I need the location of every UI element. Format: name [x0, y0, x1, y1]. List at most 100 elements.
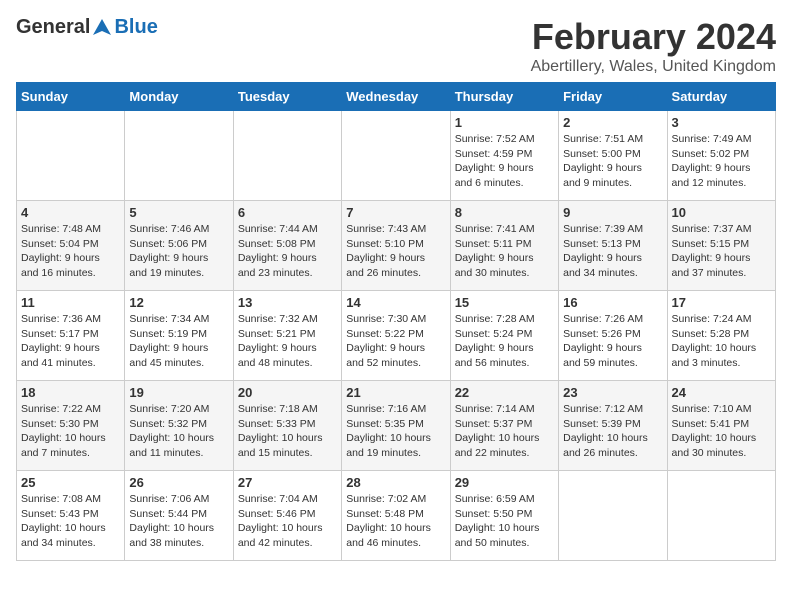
cell-info: Sunrise: 7:08 AM Sunset: 5:43 PM Dayligh… — [21, 492, 120, 551]
day-number: 28 — [346, 475, 445, 490]
calendar-cell: 23Sunrise: 7:12 AM Sunset: 5:39 PM Dayli… — [559, 381, 667, 471]
day-number: 10 — [672, 205, 771, 220]
location-title: Abertillery, Wales, United Kingdom — [531, 58, 776, 76]
day-number: 5 — [129, 205, 228, 220]
day-number: 3 — [672, 115, 771, 130]
calendar-week-row: 25 Sunrise: 7:08 AM Sunset: 5:43 PM Dayli… — [17, 471, 776, 561]
weekday-header-row: SundayMondayTuesdayWednesdayThursdayFrid… — [17, 83, 776, 111]
day-number: 15 — [455, 295, 554, 310]
day-number: 9 — [563, 205, 662, 220]
day-number: 16 — [563, 295, 662, 310]
calendar-cell: 15 Sunrise: 7:28 AM Sunset: 5:24 PM Dayli… — [450, 291, 558, 381]
cell-info: Sunrise: 7:34 AM Sunset: 5:19 PM Dayligh… — [129, 312, 228, 371]
logo-bird-icon — [91, 17, 113, 39]
calendar-cell: 19 Sunrise: 7:20 AM Sunset: 5:32 PM Dayli… — [125, 381, 233, 471]
month-title: February 2024 — [531, 16, 776, 58]
weekday-header: Thursday — [450, 83, 558, 111]
cell-info: Sunrise: 7:24 AM Sunset: 5:28 PM Dayligh… — [672, 312, 771, 371]
cell-info: Sunrise: 7:26 AM Sunset: 5:26 PM Dayligh… — [563, 312, 662, 371]
cell-info: Sunrise: 7:43 AM Sunset: 5:10 PM Dayligh… — [346, 222, 445, 281]
day-number: 27 — [238, 475, 337, 490]
calendar-cell: 28Sunrise: 7:02 AM Sunset: 5:48 PM Dayli… — [342, 471, 450, 561]
calendar-cell — [233, 111, 341, 201]
day-number: 17 — [672, 295, 771, 310]
logo-blue: Blue — [114, 16, 157, 39]
logo: General Blue — [16, 16, 158, 39]
weekday-header: Sunday — [17, 83, 125, 111]
cell-info: Sunrise: 7:52 AM Sunset: 4:59 PM Dayligh… — [455, 132, 554, 191]
calendar-cell: 17 Sunrise: 7:24 AM Sunset: 5:28 PM Dayli… — [667, 291, 775, 381]
cell-info: Sunrise: 7:10 AM Sunset: 5:41 PM Dayligh… — [672, 402, 771, 461]
weekday-header: Monday — [125, 83, 233, 111]
calendar-cell: 2Sunrise: 7:51 AM Sunset: 5:00 PM Daylig… — [559, 111, 667, 201]
day-number: 22 — [455, 385, 554, 400]
cell-info: Sunrise: 7:16 AM Sunset: 5:35 PM Dayligh… — [346, 402, 445, 461]
weekday-header: Tuesday — [233, 83, 341, 111]
day-number: 1 — [455, 115, 554, 130]
day-number: 4 — [21, 205, 120, 220]
cell-info: Sunrise: 7:04 AM Sunset: 5:46 PM Dayligh… — [238, 492, 337, 551]
day-number: 8 — [455, 205, 554, 220]
calendar-cell: 21 Sunrise: 7:16 AM Sunset: 5:35 PM Dayli… — [342, 381, 450, 471]
calendar-cell: 26Sunrise: 7:06 AM Sunset: 5:44 PM Dayli… — [125, 471, 233, 561]
calendar-cell: 13Sunrise: 7:32 AM Sunset: 5:21 PM Dayli… — [233, 291, 341, 381]
calendar-cell: 3 Sunrise: 7:49 AM Sunset: 5:02 PM Daylig… — [667, 111, 775, 201]
cell-info: Sunrise: 7:49 AM Sunset: 5:02 PM Dayligh… — [672, 132, 771, 191]
day-number: 11 — [21, 295, 120, 310]
day-number: 26 — [129, 475, 228, 490]
calendar-table: SundayMondayTuesdayWednesdayThursdayFrid… — [16, 82, 776, 561]
cell-info: Sunrise: 7:46 AM Sunset: 5:06 PM Dayligh… — [129, 222, 228, 281]
calendar-cell — [342, 111, 450, 201]
calendar-week-row: 4Sunrise: 7:48 AM Sunset: 5:04 PM Daylig… — [17, 201, 776, 291]
calendar-cell: 8 Sunrise: 7:41 AM Sunset: 5:11 PM Daylig… — [450, 201, 558, 291]
calendar-week-row: 1 Sunrise: 7:52 AM Sunset: 4:59 PM Daylig… — [17, 111, 776, 201]
cell-info: Sunrise: 7:12 AM Sunset: 5:39 PM Dayligh… — [563, 402, 662, 461]
cell-info: Sunrise: 7:14 AM Sunset: 5:37 PM Dayligh… — [455, 402, 554, 461]
calendar-cell: 20 Sunrise: 7:18 AM Sunset: 5:33 PM Dayli… — [233, 381, 341, 471]
cell-info: Sunrise: 7:36 AM Sunset: 5:17 PM Dayligh… — [21, 312, 120, 371]
calendar-cell — [125, 111, 233, 201]
cell-info: Sunrise: 7:20 AM Sunset: 5:32 PM Dayligh… — [129, 402, 228, 461]
weekday-header: Wednesday — [342, 83, 450, 111]
calendar-cell: 24 Sunrise: 7:10 AM Sunset: 5:41 PM Dayli… — [667, 381, 775, 471]
page-header: General Blue February 2024 Abertillery, … — [16, 16, 776, 76]
weekday-header: Friday — [559, 83, 667, 111]
day-number: 19 — [129, 385, 228, 400]
calendar-cell: 27 Sunrise: 7:04 AM Sunset: 5:46 PM Dayli… — [233, 471, 341, 561]
cell-info: Sunrise: 7:41 AM Sunset: 5:11 PM Dayligh… — [455, 222, 554, 281]
cell-info: Sunrise: 7:30 AM Sunset: 5:22 PM Dayligh… — [346, 312, 445, 371]
calendar-cell: 7 Sunrise: 7:43 AM Sunset: 5:10 PM Daylig… — [342, 201, 450, 291]
calendar-cell: 22 Sunrise: 7:14 AM Sunset: 5:37 PM Dayli… — [450, 381, 558, 471]
day-number: 21 — [346, 385, 445, 400]
calendar-cell: 11 Sunrise: 7:36 AM Sunset: 5:17 PM Dayli… — [17, 291, 125, 381]
calendar-cell: 5 Sunrise: 7:46 AM Sunset: 5:06 PM Daylig… — [125, 201, 233, 291]
calendar-cell: 18Sunrise: 7:22 AM Sunset: 5:30 PM Dayli… — [17, 381, 125, 471]
calendar-cell — [667, 471, 775, 561]
calendar-week-row: 11 Sunrise: 7:36 AM Sunset: 5:17 PM Dayli… — [17, 291, 776, 381]
cell-info: Sunrise: 7:39 AM Sunset: 5:13 PM Dayligh… — [563, 222, 662, 281]
calendar-cell: 16 Sunrise: 7:26 AM Sunset: 5:26 PM Dayli… — [559, 291, 667, 381]
day-number: 7 — [346, 205, 445, 220]
day-number: 29 — [455, 475, 554, 490]
cell-info: Sunrise: 7:44 AM Sunset: 5:08 PM Dayligh… — [238, 222, 337, 281]
calendar-cell — [559, 471, 667, 561]
calendar-cell: 4Sunrise: 7:48 AM Sunset: 5:04 PM Daylig… — [17, 201, 125, 291]
day-number: 12 — [129, 295, 228, 310]
day-number: 13 — [238, 295, 337, 310]
calendar-cell: 12 Sunrise: 7:34 AM Sunset: 5:19 PM Dayli… — [125, 291, 233, 381]
calendar-cell: 25 Sunrise: 7:08 AM Sunset: 5:43 PM Dayli… — [17, 471, 125, 561]
calendar-cell: 9 Sunrise: 7:39 AM Sunset: 5:13 PM Daylig… — [559, 201, 667, 291]
cell-info: Sunrise: 7:18 AM Sunset: 5:33 PM Dayligh… — [238, 402, 337, 461]
cell-info: Sunrise: 6:59 AM Sunset: 5:50 PM Dayligh… — [455, 492, 554, 551]
day-number: 14 — [346, 295, 445, 310]
title-area: February 2024 Abertillery, Wales, United… — [531, 16, 776, 76]
calendar-cell: 10Sunrise: 7:37 AM Sunset: 5:15 PM Dayli… — [667, 201, 775, 291]
calendar-week-row: 18Sunrise: 7:22 AM Sunset: 5:30 PM Dayli… — [17, 381, 776, 471]
calendar-cell: 14 Sunrise: 7:30 AM Sunset: 5:22 PM Dayli… — [342, 291, 450, 381]
day-number: 24 — [672, 385, 771, 400]
calendar-cell — [17, 111, 125, 201]
cell-info: Sunrise: 7:28 AM Sunset: 5:24 PM Dayligh… — [455, 312, 554, 371]
day-number: 25 — [21, 475, 120, 490]
calendar-cell: 29 Sunrise: 6:59 AM Sunset: 5:50 PM Dayli… — [450, 471, 558, 561]
day-number: 20 — [238, 385, 337, 400]
